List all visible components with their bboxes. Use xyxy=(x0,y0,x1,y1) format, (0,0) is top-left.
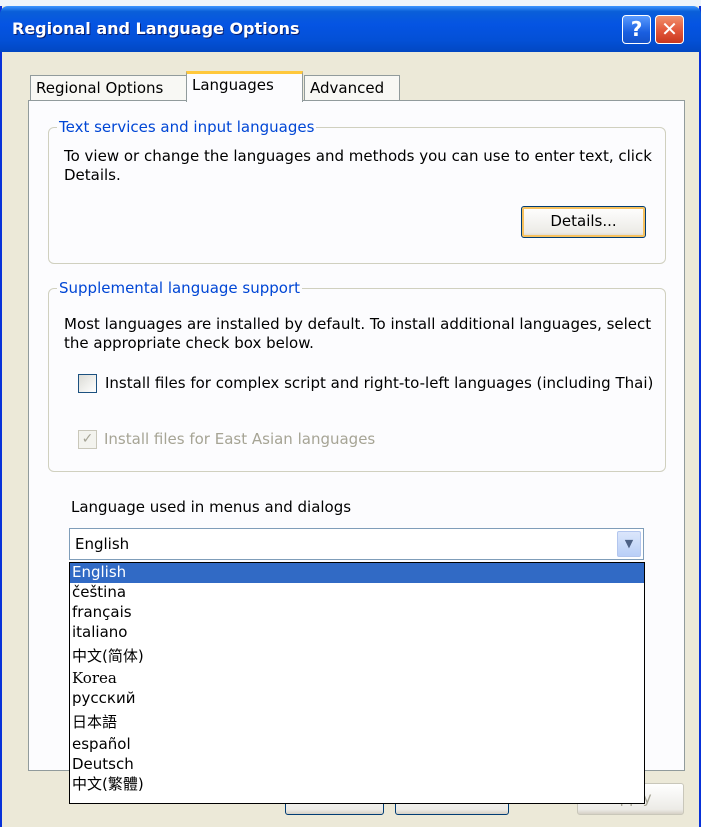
tab-advanced[interactable]: Advanced xyxy=(304,75,400,101)
supplemental-description: Most languages are installed by default.… xyxy=(64,315,652,352)
ui-language-combobox[interactable]: English ▼ xyxy=(69,528,644,560)
help-button[interactable]: ? xyxy=(622,15,651,44)
close-button[interactable]: ✕ xyxy=(655,15,684,44)
dropdown-option[interactable]: 中文(简体) xyxy=(70,643,644,669)
dropdown-option[interactable]: español xyxy=(70,735,644,755)
tab-label: Advanced xyxy=(310,79,385,97)
tab-label: Regional Options xyxy=(36,79,164,97)
ui-language-label: Language used in menus and dialogs xyxy=(71,498,352,516)
tab-languages[interactable]: Languages xyxy=(186,71,303,102)
help-icon: ? xyxy=(630,17,643,41)
text-services-group: Text services and input languages xyxy=(48,118,666,264)
dropdown-option[interactable]: Korea xyxy=(70,669,644,689)
dropdown-option[interactable]: English xyxy=(70,563,644,583)
east-asian-label: Install files for East Asian languages xyxy=(104,430,376,448)
text-services-description: To view or change the languages and meth… xyxy=(64,147,652,184)
dropdown-option[interactable]: русский xyxy=(70,689,644,709)
details-button[interactable]: Details... xyxy=(521,206,646,238)
dropdown-option[interactable]: 中文(繁體) xyxy=(70,775,644,795)
checkmark-icon: ✓ xyxy=(81,431,94,447)
tab-label: Languages xyxy=(192,76,274,94)
ui-language-selected: English xyxy=(75,535,130,553)
title-bar[interactable]: Regional and Language Options ? ✕ xyxy=(0,6,701,52)
text-services-title: Text services and input languages xyxy=(59,118,315,136)
ui-language-dropdown-list: English čeština français italiano 中文(简体)… xyxy=(69,562,645,804)
dropdown-option[interactable]: 日本語 xyxy=(70,709,644,735)
dropdown-option[interactable]: italiano xyxy=(70,623,644,643)
complex-script-checkbox[interactable] xyxy=(78,374,97,393)
close-icon: ✕ xyxy=(661,17,678,41)
dropdown-option[interactable]: français xyxy=(70,603,644,623)
chevron-down-icon: ▼ xyxy=(624,537,634,550)
supplemental-title: Supplemental language support xyxy=(59,279,301,297)
window-title: Regional and Language Options xyxy=(12,19,300,38)
dropdown-option[interactable]: Deutsch xyxy=(70,755,644,775)
dropdown-option[interactable]: čeština xyxy=(70,583,644,603)
complex-script-label: Install files for complex script and rig… xyxy=(105,374,654,392)
tab-regional-options[interactable]: Regional Options xyxy=(30,75,187,101)
dropdown-button[interactable]: ▼ xyxy=(617,531,641,557)
east-asian-checkbox[interactable]: ✓ xyxy=(78,430,97,449)
